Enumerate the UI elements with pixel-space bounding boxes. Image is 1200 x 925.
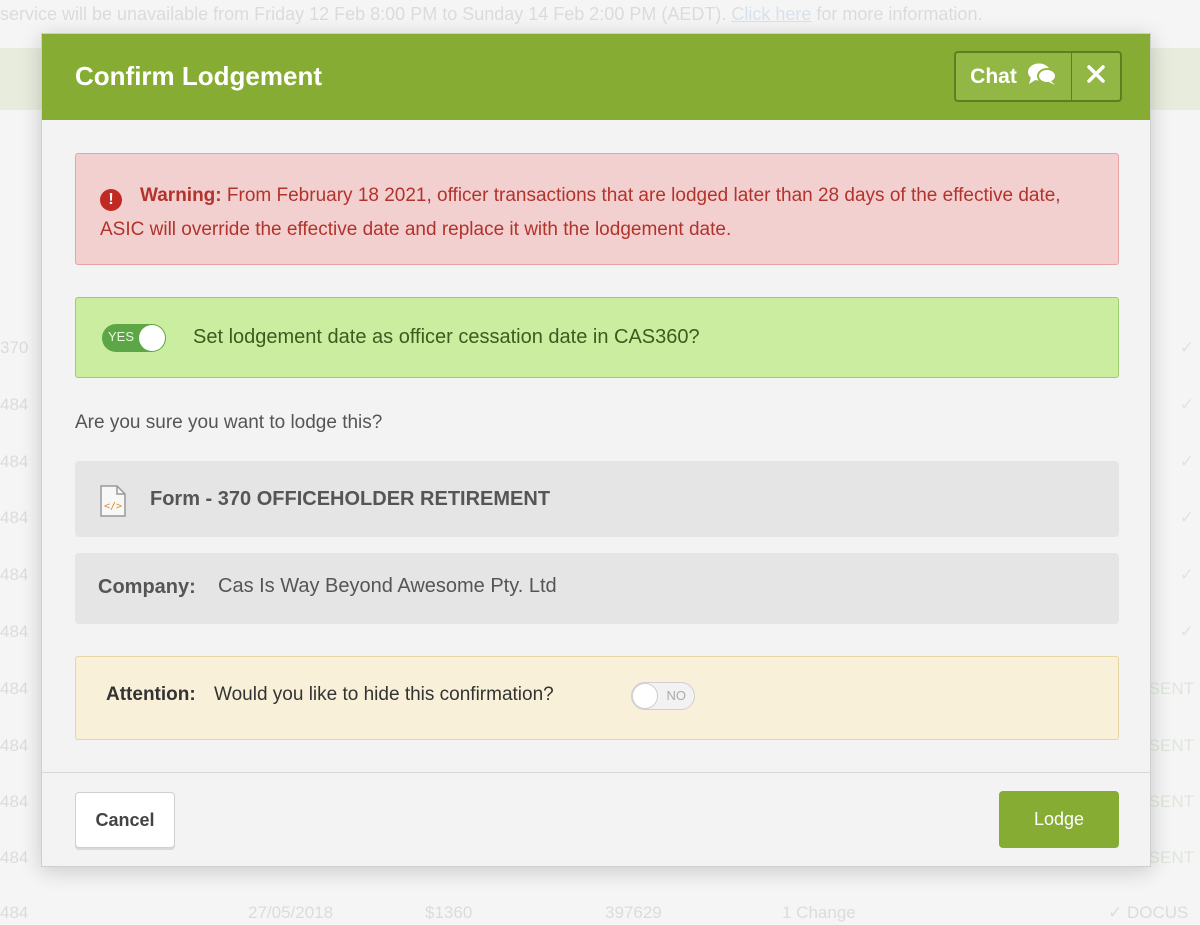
- footer-divider: [42, 772, 1150, 773]
- hide-confirmation-toggle[interactable]: NO: [631, 682, 695, 710]
- row-status: ✓: [1179, 622, 1194, 641]
- toggle-state-label: YES: [108, 329, 135, 344]
- row-id: 484: [0, 622, 29, 641]
- lodgement-date-option: YES Set lodgement date as officer cessat…: [75, 297, 1119, 378]
- row-status: ✓: [1179, 395, 1194, 414]
- lodgement-date-toggle[interactable]: YES: [102, 324, 166, 352]
- confirm-question: Are you sure you want to lodge this?: [75, 412, 383, 433]
- form-label: Form - 370 OFFICEHOLDER RETIREMENT: [150, 488, 551, 510]
- warning-alert: ! Warning: From February 18 2021, officer…: [75, 153, 1119, 265]
- close-icon: [1086, 64, 1106, 89]
- row-id: 484: [0, 395, 29, 414]
- lodgement-date-label: Set lodgement date as officer cessation …: [193, 326, 700, 348]
- header-button-group: Chat: [954, 51, 1122, 102]
- row-id: 484: [0, 565, 29, 584]
- row-id: 484: [0, 792, 29, 811]
- company-key: Company:: [98, 576, 196, 598]
- row-changes: 1 Change: [782, 903, 856, 922]
- exclamation-circle-icon: !: [100, 189, 122, 211]
- attention-panel: Attention: Would you like to hide this c…: [75, 656, 1119, 740]
- warning-label: Warning:: [140, 185, 222, 206]
- company-panel: Company: Cas Is Way Beyond Awesome Pty. …: [75, 553, 1119, 624]
- row-status: ✓: [1179, 452, 1194, 471]
- row-status: SENT: [1148, 792, 1194, 811]
- company-name: Cas Is Way Beyond Awesome Pty. Ltd: [218, 575, 557, 597]
- row-id: 484: [0, 848, 29, 867]
- attention-text: Would you like to hide this confirmation…: [214, 684, 554, 705]
- modal-title: Confirm Lodgement: [75, 61, 322, 91]
- banner-link[interactable]: Click here: [731, 4, 811, 24]
- row-status: SENT: [1148, 736, 1194, 755]
- row-id: 484: [0, 736, 29, 755]
- attention-key: Attention:: [106, 684, 196, 705]
- warning-text: From February 18 2021, officer transacti…: [100, 185, 1061, 240]
- toggle-knob: [139, 325, 165, 351]
- row-status: ✓: [1179, 565, 1194, 584]
- chat-bubbles-icon: [1027, 62, 1057, 92]
- banner-text-end: for more information.: [816, 4, 983, 24]
- chat-button-label: Chat: [970, 64, 1017, 88]
- svg-text:</>: </>: [104, 501, 122, 512]
- row-id: 484: [0, 679, 29, 698]
- row-id: 484: [0, 903, 29, 922]
- confirm-lodgement-modal: Confirm Lodgement Chat ! Warning: From F…: [41, 33, 1151, 867]
- chat-button[interactable]: Chat: [956, 53, 1072, 100]
- toggle-knob: [632, 683, 658, 709]
- row-status: SENT: [1148, 679, 1194, 698]
- form-panel: </> Form - 370 OFFICEHOLDER RETIREMENT: [75, 461, 1119, 537]
- row-id: 484: [0, 452, 29, 471]
- maintenance-banner: service will be unavailable from Friday …: [0, 0, 1200, 30]
- banner-text: service will be unavailable from Friday …: [0, 4, 727, 24]
- row-amount: $1360: [425, 903, 473, 922]
- row-id: 370: [0, 338, 29, 357]
- code-file-icon: </>: [99, 485, 127, 522]
- row-date: 27/05/2018: [248, 903, 334, 922]
- row-number: 397629: [605, 903, 662, 922]
- row-status: ✓: [1179, 508, 1194, 527]
- modal-header: Confirm Lodgement Chat: [42, 34, 1150, 120]
- row-status: ✓: [1179, 338, 1194, 357]
- close-button[interactable]: [1072, 53, 1120, 100]
- row-status: SENT: [1148, 848, 1194, 867]
- lodge-button[interactable]: Lodge: [999, 791, 1119, 848]
- row-id: 484: [0, 508, 29, 527]
- row-status: ✓ DOCUS: [1108, 903, 1189, 922]
- cancel-button[interactable]: Cancel: [75, 792, 175, 848]
- toggle-state-label: NO: [666, 688, 687, 703]
